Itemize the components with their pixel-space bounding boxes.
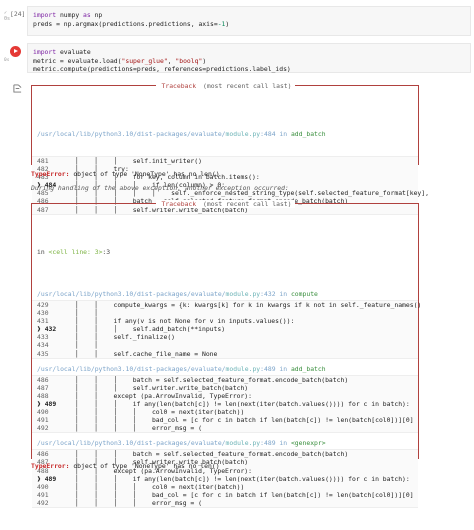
traceback-box-1: Traceback (most recent call last) /usr/l… xyxy=(31,82,429,215)
line-number: 492 xyxy=(37,498,49,507)
cell-output: Traceback (most recent call last) /usr/l… xyxy=(27,79,471,508)
line-code: │ │ xyxy=(75,309,99,318)
code-editor[interactable]: import numpy as np preds = np.argmax(pre… xyxy=(27,6,471,36)
string: "super_glue" xyxy=(121,56,168,65)
code-text: ) xyxy=(225,19,230,28)
code-text: metric = evaluate.load( xyxy=(33,56,122,65)
line-code: │ │ xyxy=(75,341,99,350)
line-number: 488 xyxy=(37,391,49,400)
line-code: │ │ │ │ error_msg = ( xyxy=(75,498,202,507)
keyword: as xyxy=(83,11,91,19)
line-code: │ │ │ self.init_writer() xyxy=(75,157,202,165)
line-code: │ │ │ self.add_batch(**inputs) xyxy=(75,325,226,334)
string: "boolq" xyxy=(175,56,203,65)
run-error-icon[interactable] xyxy=(10,46,21,57)
code-cell-2[interactable]: 0s import evaluate metric = evaluate.loa… xyxy=(0,43,474,73)
line-number: 491 xyxy=(37,490,49,499)
code-line: 491 │ │ │ │ bad_col = [c for c in batch i… xyxy=(32,491,418,499)
line-number: 491 xyxy=(37,416,49,425)
line-code: │ │ │ batch = self.selected_feature_form… xyxy=(75,375,349,384)
code-line: 490 │ │ │ │ col0 = next(iter(batch)) xyxy=(32,483,418,491)
code-text: preds = np.argmax(predictions.prediction… xyxy=(33,19,218,28)
code-text: np xyxy=(90,11,103,19)
during-handling-text: During handling of the above exception, … xyxy=(31,184,289,192)
code-line: 492 │ │ │ │ error_msg = ( xyxy=(32,499,418,507)
frame-path: /usr/local/lib/python3.10/dist-packages/… xyxy=(37,364,326,373)
line-code: │ │ self.cache_file_name = None xyxy=(75,349,218,358)
line-number: 429 xyxy=(37,301,49,309)
line-code: │ │ compute_kwargs = {k: kwargs[k] for k… xyxy=(75,301,422,309)
frame-in-cell: in <cell line: 3>:3 xyxy=(37,248,111,256)
code-line: ❱ 489 │ │ │ if any(len(batch[c]) != len(n… xyxy=(32,475,418,483)
line-code: │ │ │ │ col0 = next(iter(batch)) xyxy=(75,482,245,491)
code-line: 491 │ │ │ │ bad_col = [c for c in batch i… xyxy=(32,416,418,424)
line-code: │ │ if any(v is not None for v in inputs… xyxy=(75,317,295,326)
code-line: 434 │ │ xyxy=(32,341,418,349)
code-text: metric.compute(predictions=preds, refere… xyxy=(33,65,291,74)
code-line: ❱ 489 │ │ │ if any(len(batch[c]) != len(n… xyxy=(32,400,418,408)
code-line: 435 │ │ self.cache_file_name = None xyxy=(32,350,418,358)
error-message-2: TypeError: object of type 'NoneType' has… xyxy=(31,462,220,470)
line-number: 490 xyxy=(37,482,49,491)
code-line: 487 │ │ │ self.writer.write_batch(batch) xyxy=(32,384,418,392)
code-line: 490 │ │ │ │ col0 = next(iter(batch)) xyxy=(32,408,418,416)
line-number: 490 xyxy=(37,408,49,417)
line-number: ❱ 432 xyxy=(37,325,57,334)
code-line: 481 │ │ │ self.init_writer() xyxy=(32,157,418,165)
code-text: evaluate xyxy=(56,48,91,56)
traceback-box-2: Traceback (most recent call last) in <ce… xyxy=(31,200,422,508)
code-line: ❱ 432 │ │ │ self.add_batch(**inputs) xyxy=(32,325,418,333)
line-code: │ │ self._finalize() xyxy=(75,333,176,342)
traceback-title: Traceback (most recent call last) xyxy=(32,200,418,208)
line-code: │ │ │ │ error_msg = ( xyxy=(75,424,202,433)
code-text: numpy xyxy=(56,11,84,19)
line-number: 431 xyxy=(37,317,49,326)
line-number: ❱ 489 xyxy=(37,474,57,483)
line-number: 433 xyxy=(37,333,49,342)
code-line: 430 │ │ xyxy=(32,309,418,317)
cell-status: 0s xyxy=(4,58,10,63)
line-number: 486 xyxy=(37,375,49,384)
line-number: 492 xyxy=(37,424,49,433)
code-line: 492 │ │ │ │ error_msg = ( xyxy=(32,424,418,432)
frame-path: /usr/local/lib/python3.10/dist-packages/… xyxy=(37,130,326,138)
code-cell-1[interactable]: ✓ 0s [24] import numpy as np preds = np.… xyxy=(0,6,474,36)
line-code: │ │ │ batch = self.selected_feature_form… xyxy=(75,450,349,459)
line-code: │ │ except (pa.ArrowInvalid, TypeError): xyxy=(75,391,252,400)
code-line: 431 │ │ if any(v is not None for v in inp… xyxy=(32,317,418,325)
error-message-1: TypeError: object of type 'NoneType' has… xyxy=(31,170,220,178)
code-editor[interactable]: import evaluate metric = evaluate.load("… xyxy=(27,43,471,73)
line-number: 486 xyxy=(37,450,49,459)
frame-code: 486 │ │ │ batch = self.selected_feature_f… xyxy=(32,449,418,508)
line-code: │ │ │ │ bad_col = [c for c in batch if l… xyxy=(75,416,414,425)
traceback-title: Traceback (most recent call last) xyxy=(32,82,418,90)
line-number: ❱ 489 xyxy=(37,399,57,408)
execution-count: [24] xyxy=(10,10,26,18)
line-code: │ │ │ if any(len(batch[c]) != len(next(i… xyxy=(75,474,410,483)
line-number: 435 xyxy=(37,349,49,358)
keyword: import xyxy=(33,48,57,56)
line-code: │ │ │ │ col0 = next(iter(batch)) xyxy=(75,408,245,417)
code-text: ) xyxy=(202,56,207,65)
code-line: 429 │ │ compute_kwargs = {k: kwargs[k] fo… xyxy=(32,301,422,309)
line-number: 430 xyxy=(37,309,49,318)
output-menu-icon[interactable] xyxy=(13,84,22,93)
code-line: 433 │ │ self._finalize() xyxy=(32,333,418,341)
line-number: 481 xyxy=(37,157,49,165)
line-number: 487 xyxy=(37,383,49,392)
line-code: │ │ │ if any(len(batch[c]) != len(next(i… xyxy=(75,399,410,408)
frame-path: /usr/local/lib/python3.10/dist-packages/… xyxy=(37,439,326,448)
keyword: import xyxy=(33,11,57,19)
line-number: 434 xyxy=(37,341,49,350)
frame-code: 486 │ │ │ batch = self.selected_feature_f… xyxy=(32,374,418,434)
frame-code: 429 │ │ compute_kwargs = {k: kwargs[k] fo… xyxy=(32,300,422,359)
line-code: │ │ │ │ bad_col = [c for c in batch if l… xyxy=(75,490,414,499)
code-line: 486 │ │ │ batch = self.selected_feature_f… xyxy=(32,450,418,458)
frame-path: /usr/local/lib/python3.10/dist-packages/… xyxy=(37,290,318,298)
code-line: 488 │ │ except (pa.ArrowInvalid, TypeErro… xyxy=(32,392,418,400)
code-line: 486 │ │ │ batch = self.selected_feature_f… xyxy=(32,376,418,384)
line-code: │ │ │ self.writer.write_batch(batch) xyxy=(75,383,249,392)
